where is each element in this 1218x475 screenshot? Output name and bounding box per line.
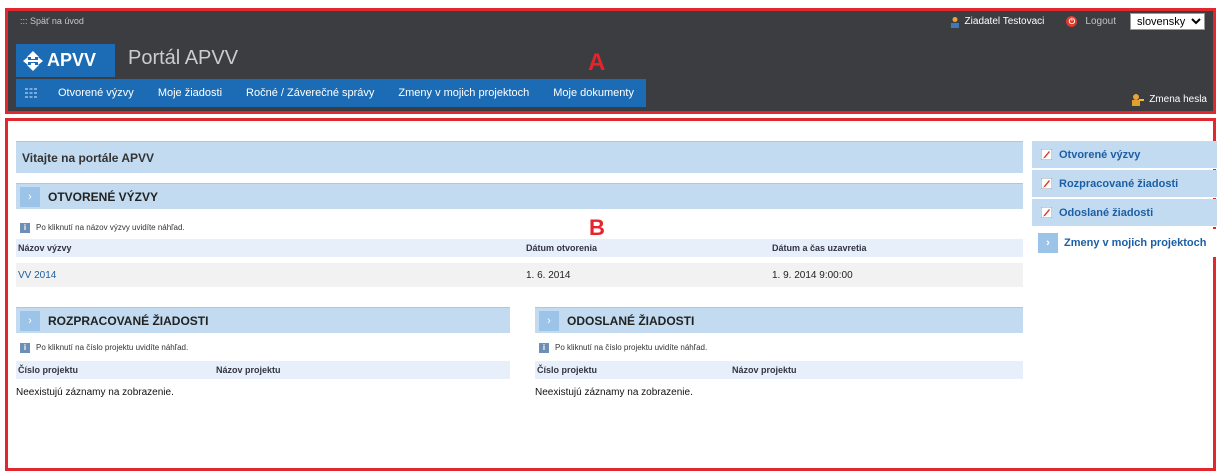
column-header-project-number[interactable]: Číslo projektu: [537, 365, 597, 375]
info-icon: i: [20, 222, 30, 233]
close-date-cell: 1. 9. 2014 9:00:00: [772, 270, 853, 281]
user-icon: [950, 16, 959, 28]
info-icon: i: [20, 342, 30, 353]
draft-applications-hint: i Po kliknutí na číslo projektu uvidíte …: [16, 339, 188, 356]
annotation-label-b: B: [589, 215, 605, 240]
table-row[interactable]: VV 2014 1. 6. 2014 1. 9. 2014 9:00:00: [16, 263, 1023, 287]
apvv-logo[interactable]: APVV: [16, 44, 115, 77]
call-name-link[interactable]: VV 2014: [18, 270, 56, 281]
sent-applications-title: ODOSLANÉ ŽIADOSTI: [567, 313, 695, 328]
user-name[interactable]: Ziadatel Testovaci: [965, 16, 1045, 27]
logout-link[interactable]: Logout: [1085, 16, 1116, 27]
pencil-icon: [1041, 149, 1052, 160]
welcome-banner: Vitajte na portále APVV: [16, 141, 1023, 173]
logo-text: APVV: [47, 50, 97, 70]
sent-applications-empty: Neexistujú záznamy na zobrazenie.: [535, 387, 693, 398]
sidebar-item-draft-applications[interactable]: Rozpracované žiadosti: [1032, 170, 1217, 198]
content-region: B Vitajte na portále APVV › OTVORENÉ VÝZ…: [5, 118, 1217, 471]
pencil-icon: [1041, 178, 1052, 189]
sidebar-item-project-changes[interactable]: › Zmeny v mojich projektoch: [1032, 229, 1217, 257]
sent-applications-table-header: Číslo projektu Názov projektu: [535, 361, 1023, 379]
back-to-home-link[interactable]: ::: Späť na úvod: [20, 16, 84, 26]
sidebar-item-label: Odoslané žiadosti: [1059, 206, 1154, 219]
draft-applications-table-header: Číslo projektu Názov projektu: [16, 361, 510, 379]
change-password-label: Zmena hesla: [1149, 94, 1207, 105]
power-icon: ⏻: [1066, 16, 1078, 27]
open-date-cell: 1. 6. 2014: [526, 270, 571, 281]
pencil-icon: [1041, 207, 1052, 218]
sidebar-item-sent-applications[interactable]: Odoslané žiadosti: [1032, 199, 1217, 227]
sidebar-item-label: Otvorené výzvy: [1059, 148, 1141, 161]
open-calls-table-header: Názov výzvy Dátum otvorenia Dátum a čas …: [16, 239, 1023, 257]
key-user-icon: [1132, 94, 1145, 106]
chevron-right-icon: ›: [539, 310, 559, 331]
chevron-right-icon: ›: [1038, 232, 1058, 253]
info-icon: i: [539, 342, 549, 353]
column-header-project-name[interactable]: Názov projektu: [732, 365, 797, 375]
grid-menu-icon[interactable]: [16, 79, 46, 107]
language-select[interactable]: slovensky: [1130, 13, 1205, 30]
column-header-call-name[interactable]: Názov výzvy: [18, 243, 72, 253]
open-calls-hint: i Po kliknutí na názov výzvy uvidíte náh…: [16, 219, 185, 236]
draft-applications-header: › ROZPRACOVANÉ ŽIADOSTI: [16, 307, 510, 333]
portal-title: Portál APVV: [128, 47, 239, 69]
nav-project-changes[interactable]: Zmeny v mojich projektoch: [386, 79, 541, 107]
user-area: Ziadatel Testovaci ⏻ Logout slovensky: [949, 13, 1205, 30]
open-calls-title: OTVORENÉ VÝZVY: [48, 189, 159, 204]
nav-reports[interactable]: Ročné / Záverečné správy: [234, 79, 386, 107]
sidebar-item-label: Rozpracované žiadosti: [1059, 177, 1179, 190]
column-header-project-number[interactable]: Číslo projektu: [18, 365, 78, 375]
sidebar-item-label: Zmeny v mojich projektoch: [1064, 236, 1207, 249]
draft-applications-title: ROZPRACOVANÉ ŽIADOSTI: [48, 313, 209, 328]
nav-my-applications[interactable]: Moje žiadosti: [146, 79, 234, 107]
annotation-label-a: A: [588, 49, 606, 76]
sent-applications-hint-text: Po kliknutí na číslo projektu uvidíte ná…: [555, 343, 708, 352]
sent-applications-hint: i Po kliknutí na číslo projektu uvidíte …: [535, 339, 707, 356]
draft-applications-empty: Neexistujú záznamy na zobrazenie.: [16, 387, 174, 398]
sent-applications-header: › ODOSLANÉ ŽIADOSTI: [535, 307, 1023, 333]
column-header-project-name[interactable]: Názov projektu: [216, 365, 281, 375]
nav-my-documents[interactable]: Moje dokumenty: [541, 79, 646, 107]
draft-applications-hint-text: Po kliknutí na číslo projektu uvidíte ná…: [36, 343, 189, 352]
nav-open-calls[interactable]: Otvorené výzvy: [46, 79, 146, 107]
arrows-logo-icon: [23, 50, 43, 71]
top-bar: ::: Späť na úvod Ziadatel Testovaci ⏻ Lo…: [8, 11, 1213, 33]
chevron-right-icon: ›: [20, 310, 40, 331]
header-region: ::: Späť na úvod Ziadatel Testovaci ⏻ Lo…: [5, 8, 1216, 114]
sidebar-item-open-calls[interactable]: Otvorené výzvy: [1032, 141, 1217, 169]
change-password-link[interactable]: Zmena hesla: [1131, 93, 1207, 106]
main-nav: Otvorené výzvy Moje žiadosti Ročné / Záv…: [16, 79, 646, 107]
column-header-close-date[interactable]: Dátum a čas uzavretia: [772, 243, 867, 253]
chevron-right-icon: ›: [20, 186, 40, 207]
open-calls-header: › OTVORENÉ VÝZVY: [16, 183, 1023, 209]
open-calls-hint-text: Po kliknutí na názov výzvy uvidíte náhľa…: [36, 223, 185, 232]
column-header-open-date[interactable]: Dátum otvorenia: [526, 243, 597, 253]
